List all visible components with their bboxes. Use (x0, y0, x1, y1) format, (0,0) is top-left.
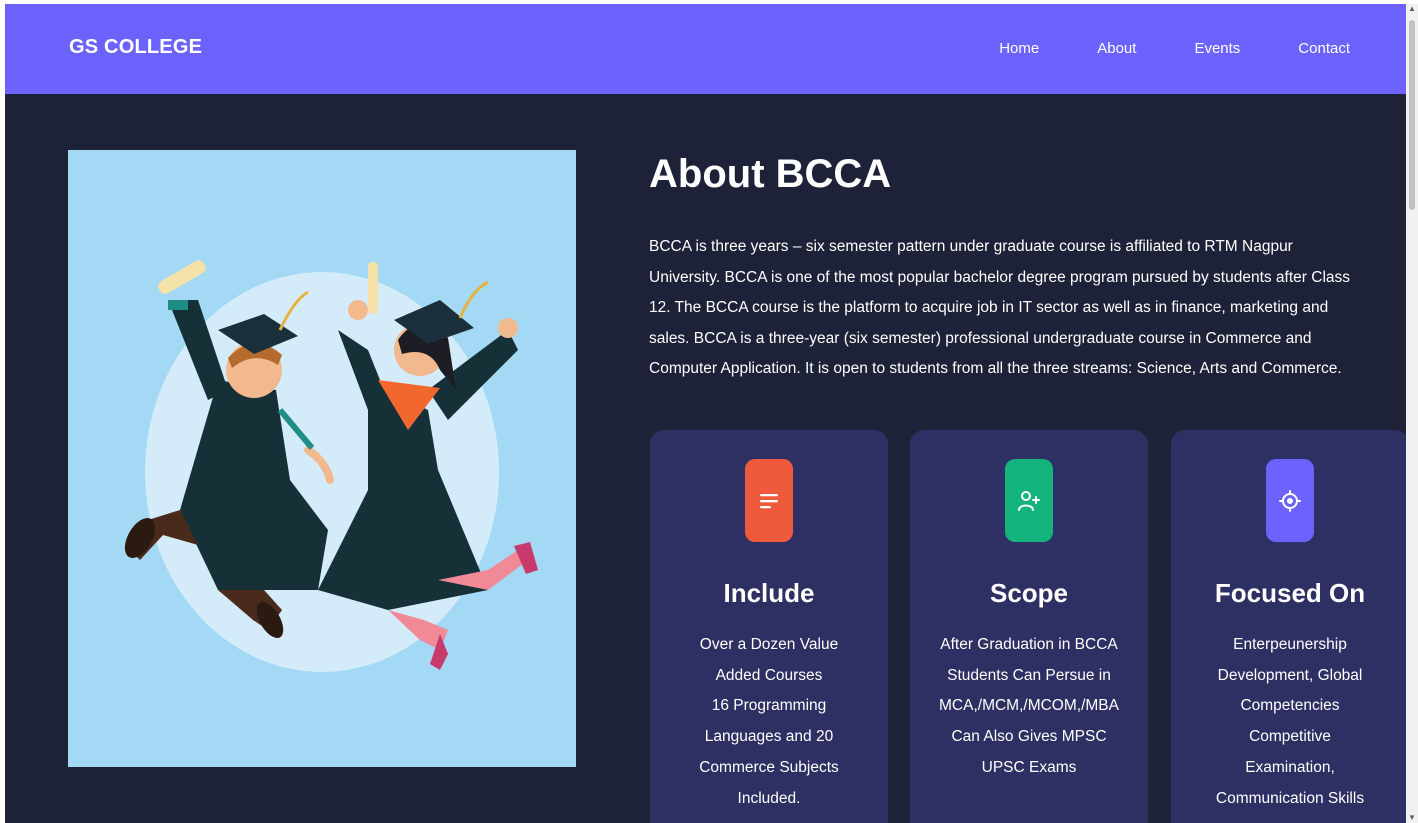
card-line: After Graduation in BCCA (940, 636, 1118, 653)
about-line: Computer Application. It is open to stud… (649, 360, 1342, 377)
card-line: Examination, (1245, 758, 1335, 776)
card-line: 16 Programming (711, 697, 827, 715)
scroll-thumb[interactable] (1409, 20, 1415, 210)
card-line: Commerce Subjects (699, 758, 839, 776)
nav-link-about[interactable]: About (1097, 40, 1136, 57)
card-line: Over a Dozen Value (699, 636, 839, 653)
card-line: Added Courses (715, 666, 823, 684)
about-title: About BCCA (649, 152, 892, 196)
graduates-illustration-svg (124, 260, 538, 672)
user-add-icon (1005, 459, 1053, 542)
scroll-down-icon[interactable]: ▼ (1406, 813, 1418, 823)
card-title: Scope (989, 578, 1069, 608)
card-title: Focused On (1214, 578, 1366, 608)
nav-link-home[interactable]: Home (999, 40, 1039, 57)
brand-logo[interactable]: GS COLLEGE (69, 36, 202, 59)
nav-link-contact[interactable]: Contact (1298, 40, 1350, 57)
page: GS COLLEGE Home About Events Contact Abo… (5, 4, 1406, 823)
card-include: Include Over a Dozen Value Added Courses… (650, 430, 888, 823)
card-line: MCA,/MCM,/MCOM,/MBA (939, 697, 1119, 715)
about-line: University. BCCA is one of the most popu… (649, 268, 1351, 286)
scroll-up-icon[interactable]: ▲ (1406, 4, 1418, 14)
card-description: Enterpeunership Development, Global Comp… (1181, 630, 1399, 814)
nav-links: Home About Events Contact (999, 40, 1350, 57)
graduates-illustration (68, 150, 576, 767)
card-line: Enterpeunership (1233, 636, 1347, 653)
card-line: Competencies (1240, 697, 1340, 715)
card-line: Languages and 20 (704, 728, 834, 746)
card-line: Development, Global (1217, 666, 1363, 684)
target-icon (1266, 459, 1314, 542)
card-title: Include (723, 578, 815, 608)
card-line: UPSC Exams (981, 758, 1077, 776)
scrollbar[interactable]: ▲ ▼ (1406, 4, 1418, 823)
about-line: 12. The BCCA course is the platform to a… (649, 299, 1329, 316)
card-line: Communication Skills (1215, 789, 1365, 807)
card-line: Competitive (1249, 728, 1331, 746)
about-line: BCCA is three years – six semester patte… (649, 238, 1293, 255)
card-line: Can Also Gives MPSC (951, 728, 1107, 746)
nav-link-events[interactable]: Events (1194, 40, 1240, 57)
about-line: sales. BCCA is a three-year (six semeste… (649, 329, 1312, 347)
card-scope: Scope After Graduation in BCCA Students … (910, 430, 1148, 823)
navbar: GS COLLEGE Home About Events Contact (5, 4, 1406, 94)
card-description: Over a Dozen Value Added Courses 16 Prog… (660, 630, 878, 814)
card-line: Included. (737, 789, 801, 807)
card-line: Students Can Persue in (947, 666, 1111, 684)
about-description: BCCA is three years – six semester patte… (649, 232, 1406, 385)
list-icon (745, 459, 793, 542)
card-description: After Graduation in BCCA Students Can Pe… (920, 630, 1138, 784)
card-focused-on: Focused On Enterpeunership Development, … (1171, 430, 1406, 823)
